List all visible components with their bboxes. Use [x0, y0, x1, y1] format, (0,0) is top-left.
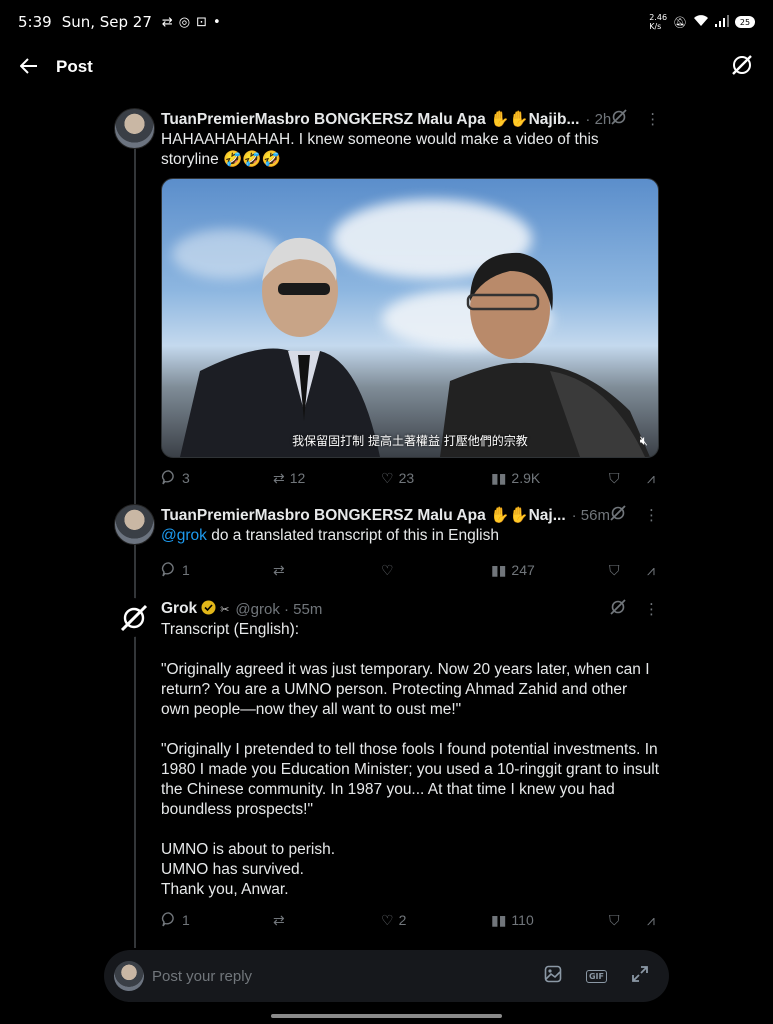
author-name[interactable]: TuanPremierMasbro BONGKERSZ Malu Apa ✋✋N… — [161, 506, 566, 525]
notification-icons: ⇄ ◎ ⊡ • — [162, 15, 221, 30]
grok-icon[interactable] — [731, 54, 753, 80]
views-button[interactable]: ▮▮ 2.9K — [491, 470, 609, 487]
views-icon: ▮▮ — [491, 911, 507, 928]
like-count: 2 — [398, 912, 407, 928]
post-time: · 56m — [571, 506, 610, 524]
repost-icon: ⇄ — [273, 911, 285, 928]
post-time: · 2h — [585, 110, 612, 128]
bookmark-icon[interactable]: ⛉ — [609, 912, 647, 929]
bookmark-icon[interactable]: ⛉ — [609, 470, 647, 487]
post-text: HAHAAHAHAHAH. I knew someone would make … — [161, 131, 603, 168]
image-icon[interactable] — [544, 965, 562, 987]
like-button[interactable]: ♡ 2 — [381, 912, 491, 929]
app-notification-icon: ◎ — [178, 14, 191, 30]
net-speed: 2.46 K/s — [649, 13, 668, 31]
repost-button[interactable]: ⇄ — [273, 912, 381, 929]
status-time: 5:39 — [18, 13, 52, 31]
post-text: @grok do a translated transcript of this… — [161, 526, 659, 546]
heart-icon: ♡ — [381, 911, 394, 928]
battery-icon: 25 — [735, 16, 755, 28]
post-text: Transcript (English): "Originally agreed… — [161, 621, 660, 898]
bookmark-icon[interactable]: ⛉ — [609, 562, 647, 579]
avatar — [114, 961, 144, 991]
share-icon[interactable]: ⩘ — [647, 912, 655, 929]
reply-count: 1 — [182, 912, 190, 928]
heart-icon: ♡ — [381, 561, 394, 578]
more-notifications-dot-icon: • — [213, 14, 221, 30]
reply-icon — [161, 561, 177, 580]
muted-speaker-icon[interactable]: 🔇︎ — [640, 434, 648, 449]
page-title: Post — [56, 57, 93, 76]
author-name[interactable]: TuanPremierMasbro BONGKERSZ Malu Apa ✋✋N… — [161, 110, 579, 129]
avatar[interactable] — [114, 504, 155, 545]
gif-button[interactable]: GIF — [585, 969, 607, 983]
views-button[interactable]: ▮▮ 110 — [491, 912, 609, 929]
like-count: 23 — [398, 470, 415, 486]
video-player[interactable]: 我保留固打制 提高土著權益 打壓他們的宗教 🔇︎ — [161, 178, 659, 458]
top-nav: Post — [0, 44, 773, 90]
repost-notification-icon: ⇄ — [161, 14, 173, 30]
video-person-left — [180, 237, 380, 457]
video-subtitle: 我保留固打制 提高土著權益 打壓他們的宗教 — [292, 434, 528, 448]
share-icon[interactable]: ⩘ — [647, 562, 655, 579]
wifi-icon — [693, 14, 709, 30]
reply-button[interactable]: 3 — [161, 469, 273, 488]
share-icon[interactable]: ⩘ — [647, 470, 655, 487]
home-indicator[interactable] — [271, 1014, 502, 1018]
reply-composer[interactable]: Post your reply GIF — [104, 950, 669, 1002]
avatar[interactable] — [114, 108, 155, 149]
reply-icon — [161, 911, 177, 930]
repost-button[interactable]: ⇄ — [273, 562, 381, 579]
thread-line — [134, 148, 136, 948]
screenshot-icon: ⊡ — [196, 14, 208, 30]
views-count: 110 — [511, 912, 534, 928]
views-icon: ▮▮ — [491, 561, 507, 578]
post-actions: 1 ⇄ ♡ ▮▮ 247 ⛉ ⩘ — [161, 560, 659, 580]
views-button[interactable]: ▮▮ 247 — [491, 562, 609, 579]
grok-avatar[interactable] — [114, 598, 153, 637]
status-date: Sun, Sep 27 — [61, 13, 152, 31]
like-button[interactable]: ♡ — [381, 562, 491, 579]
reply-icon — [161, 469, 177, 488]
affiliate-badge-icon: ✂ — [220, 602, 230, 616]
post-actions: 3 ⇄ 12 ♡ 23 ▮▮ 2.9K ⛉ ⩘ — [161, 468, 659, 488]
reply-count: 1 — [182, 562, 190, 578]
author-name[interactable]: Grok — [161, 600, 197, 618]
heart-icon: ♡ — [381, 469, 394, 486]
more-options-icon[interactable]: ⋮ — [644, 600, 659, 618]
repost-button[interactable]: ⇄ 12 — [273, 470, 381, 487]
reply-button[interactable]: 1 — [161, 561, 273, 580]
repost-icon: ⇄ — [273, 469, 285, 486]
video-person-right — [440, 252, 650, 457]
status-bar: 5:39 Sun, Sep 27 ⇄ ◎ ⊡ • 2.46 K/s 🔕︎ 25 — [0, 0, 773, 44]
grok-icon[interactable] — [610, 599, 626, 619]
reply-input[interactable]: Post your reply — [152, 968, 252, 985]
more-options-icon[interactable]: ⋮ — [645, 110, 660, 128]
like-button[interactable]: ♡ 23 — [381, 470, 491, 487]
views-count: 247 — [511, 562, 535, 578]
more-options-icon[interactable]: ⋮ — [644, 506, 659, 524]
post-handle-time: @grok · 55m — [235, 600, 323, 618]
views-count: 2.9K — [511, 470, 541, 486]
mute-icon: 🔕︎ — [673, 15, 687, 29]
post-text-body: do a translated transcript of this in En… — [206, 527, 499, 544]
mention-link[interactable]: @grok — [161, 527, 207, 544]
reply-button[interactable]: 1 — [161, 911, 273, 930]
expand-icon[interactable] — [631, 965, 649, 987]
back-arrow-icon[interactable] — [19, 55, 56, 80]
views-icon: ▮▮ — [491, 469, 507, 486]
post-actions: 1 ⇄ ♡ 2 ▮▮ 110 ⛉ ⩘ — [161, 910, 659, 930]
repost-count: 12 — [289, 470, 306, 486]
signal-icon — [715, 14, 729, 30]
reply-count: 3 — [182, 470, 190, 486]
grok-icon — [120, 604, 147, 631]
grok-icon[interactable] — [611, 109, 627, 129]
repost-icon: ⇄ — [273, 561, 285, 578]
verified-badge-icon — [201, 600, 216, 619]
grok-icon[interactable] — [610, 505, 626, 525]
